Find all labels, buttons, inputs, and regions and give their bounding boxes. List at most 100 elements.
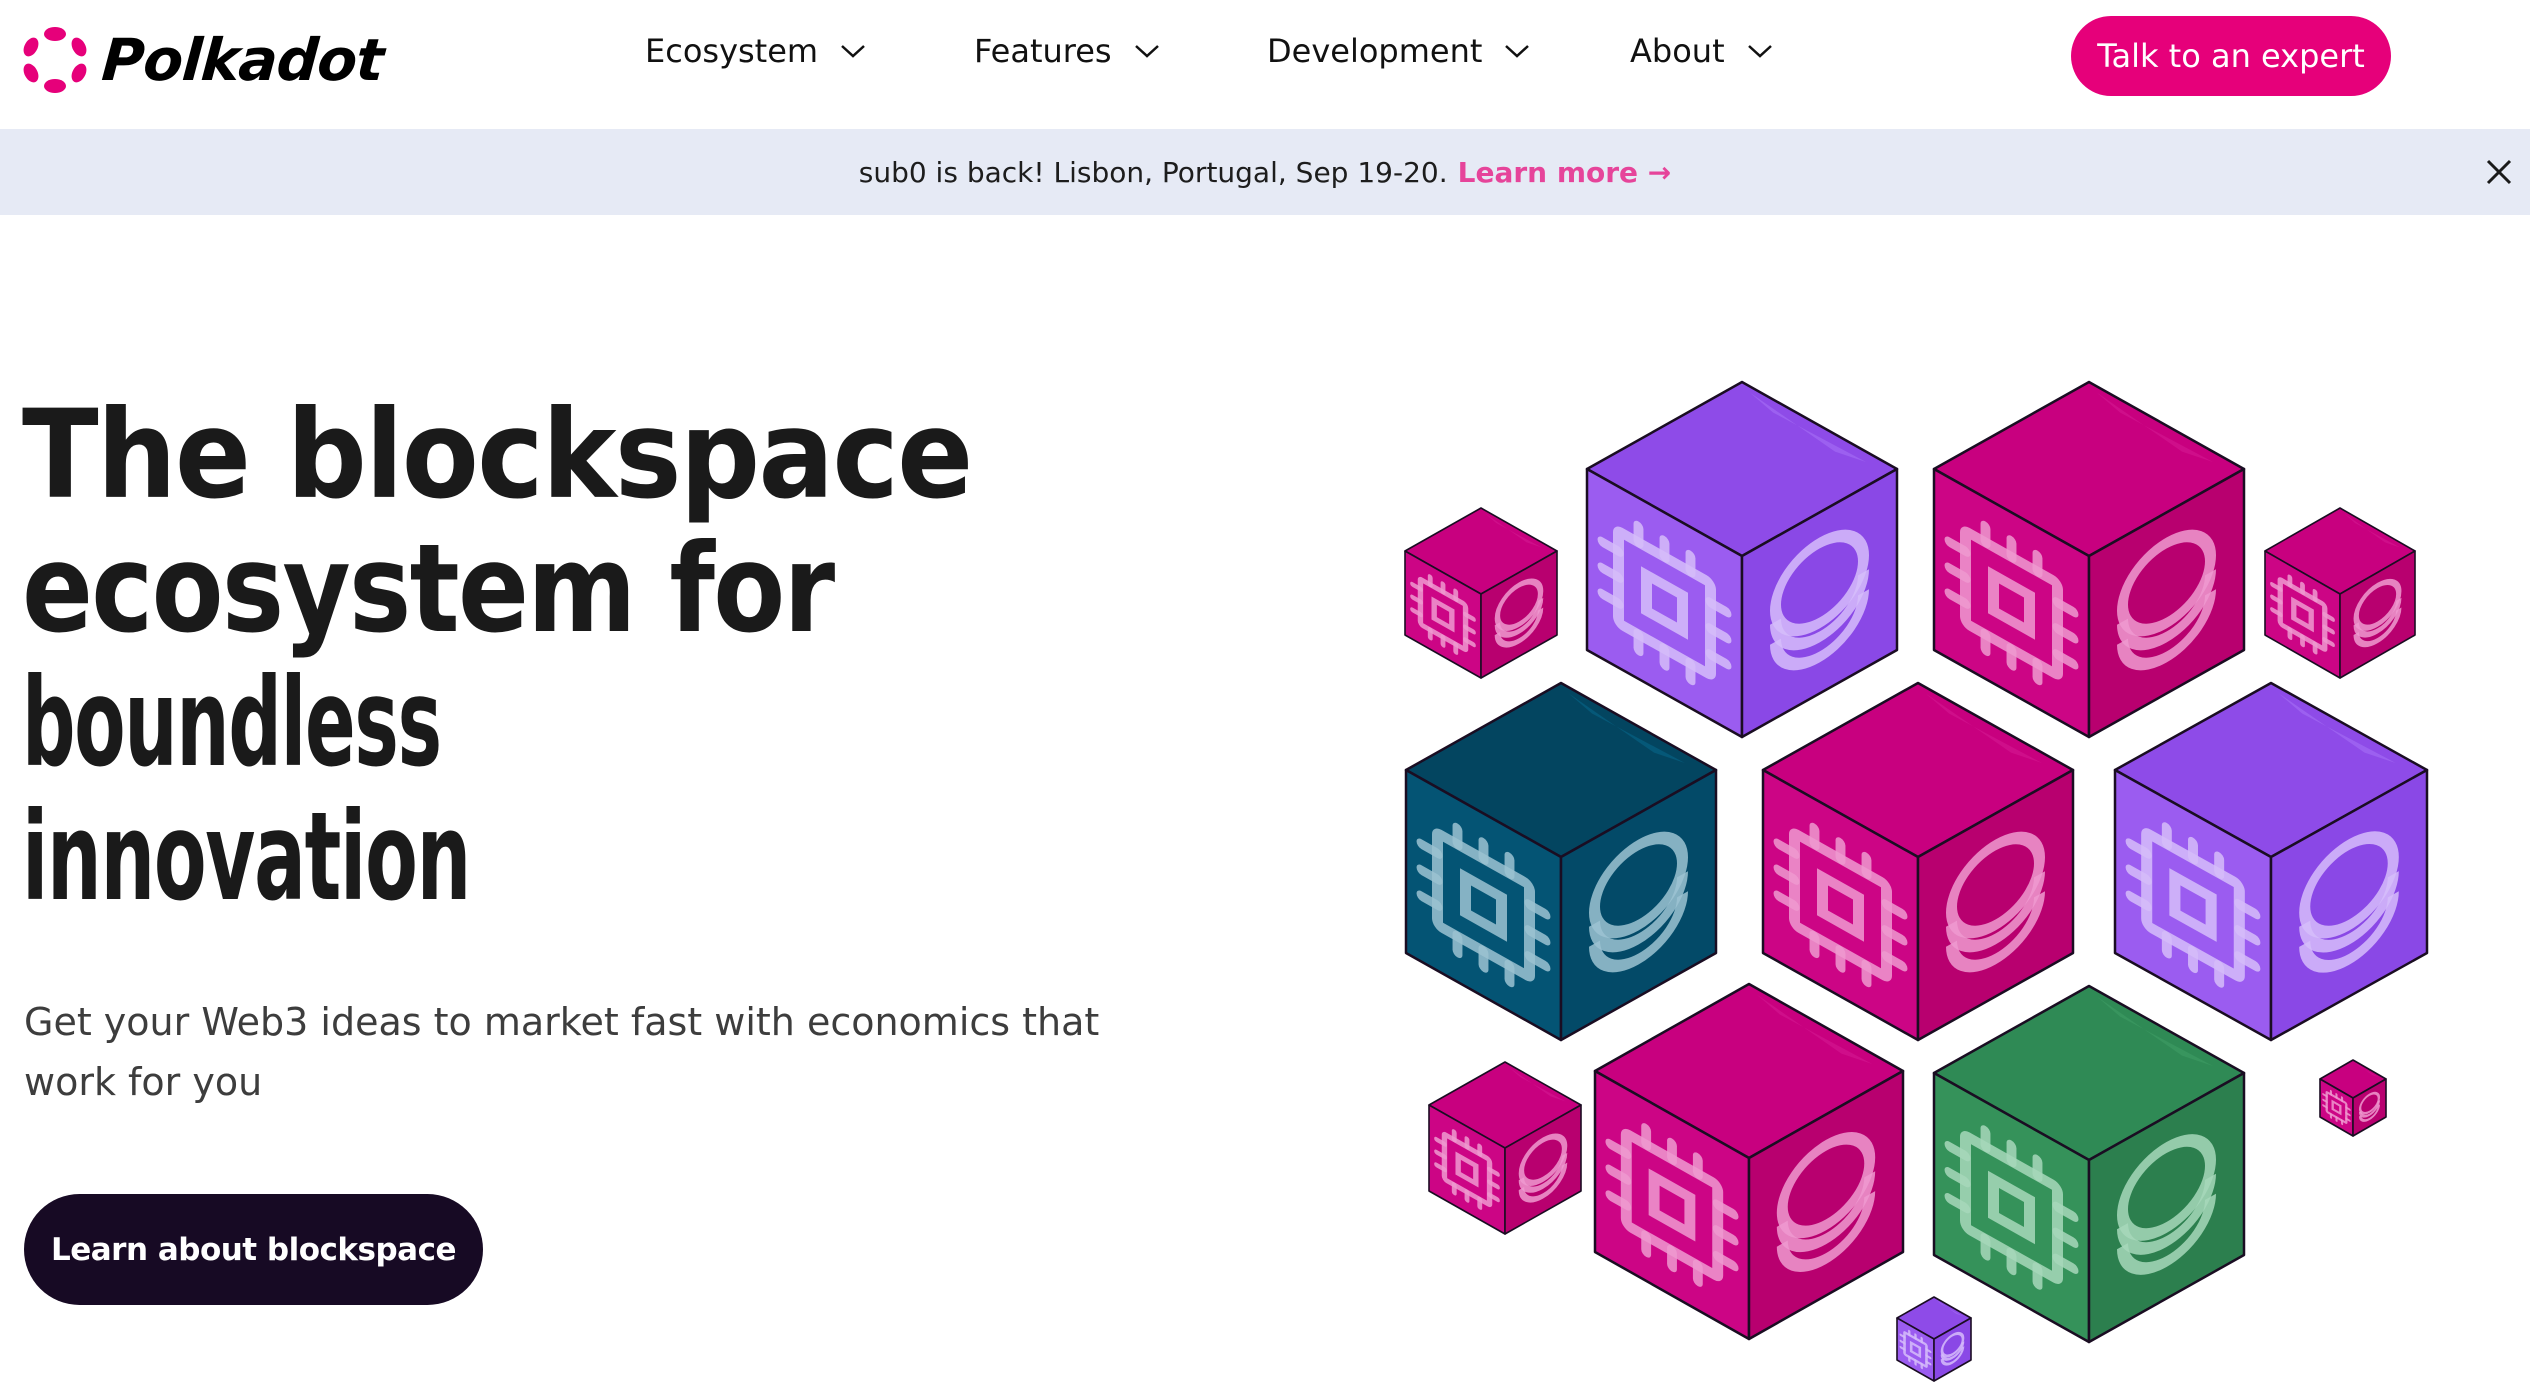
cube-shine — [2096, 392, 2213, 463]
cube-purple-right — [2113, 681, 2429, 1042]
cube-pink-top — [1932, 380, 2246, 739]
chevron-down-icon — [1505, 45, 1530, 58]
nav-about-label: About — [1630, 32, 1725, 70]
cube-shine — [2354, 1062, 2380, 1078]
logo-wordmark: Polkadot — [99, 26, 386, 94]
cube-right-face — [2352, 1078, 2387, 1137]
cube-left-face — [1932, 1071, 2091, 1344]
cube-small-pink-left — [1404, 507, 1558, 679]
coin-stack-icon — [1940, 1331, 1965, 1366]
headline-line-2: ecosystem for — [22, 518, 835, 660]
cpu-chip-icon — [1410, 574, 1476, 655]
polkadot-ring-icon — [23, 27, 87, 93]
cube-top-face — [1585, 380, 1899, 558]
cube-left-face — [1593, 1069, 1751, 1341]
nav-development-label: Development — [1267, 32, 1483, 70]
cube-top-face — [1761, 681, 2075, 859]
cube-top-face — [1404, 681, 1718, 859]
headline-line-1: The blockspace — [22, 384, 973, 526]
coin-stack-icon — [2353, 578, 2402, 648]
cube-right-face — [2269, 768, 2429, 1042]
cube-right-face — [1559, 768, 1718, 1042]
cube-left-face — [2319, 1078, 2354, 1137]
cube-shine — [2343, 513, 2400, 548]
cube-top-face — [1896, 1296, 1972, 1340]
logo[interactable]: Polkadot — [22, 20, 386, 100]
nav-development[interactable]: Development — [1267, 32, 1530, 70]
cube-small-pink-bottom-left — [1428, 1061, 1582, 1235]
cpu-chip-icon — [2270, 574, 2335, 655]
arrow-right-icon: → — [1647, 155, 1672, 189]
cube-right-face — [2339, 550, 2416, 679]
cube-shine — [1756, 994, 1873, 1065]
cube-left-face — [2264, 550, 2341, 679]
cube-shine — [1935, 1299, 1964, 1317]
nav-ecosystem-label: Ecosystem — [645, 32, 819, 70]
cpu-chip-icon — [1605, 1123, 1739, 1287]
banner-link-label: Learn more — [1457, 155, 1639, 189]
cube-green — [1932, 984, 2246, 1344]
learn-about-blockspace-button[interactable]: Learn about blockspace — [24, 1194, 483, 1305]
cube-top-face — [1428, 1061, 1582, 1149]
chevron-down-icon — [1747, 45, 1772, 58]
cube-shine — [2278, 693, 2396, 764]
cube-left-face — [2113, 768, 2273, 1042]
hero-headline: The blockspace ecosystem for boundless i… — [22, 388, 1222, 924]
coin-stack-icon — [1776, 1132, 1876, 1272]
cube-pink-center — [1761, 681, 2075, 1042]
coin-stack-icon — [2117, 1134, 2216, 1275]
cube-right-face — [1747, 1069, 1905, 1341]
cpu-chip-icon — [1416, 822, 1551, 988]
nav-features[interactable]: Features — [974, 32, 1160, 70]
close-icon[interactable] — [2482, 155, 2516, 189]
cube-left-face — [1404, 768, 1563, 1042]
cpu-chip-icon — [2125, 822, 2261, 988]
chevron-down-icon — [841, 45, 865, 58]
cube-right-face — [2087, 1071, 2246, 1344]
cube-top-face — [2264, 507, 2416, 595]
cube-left-face — [1404, 550, 1482, 679]
coin-stack-icon — [1946, 831, 2045, 973]
coin-stack-icon — [2358, 1091, 2381, 1122]
cube-top-face — [2319, 1059, 2387, 1099]
cube-right-face — [1740, 467, 1899, 739]
cube-small-pink-right — [2264, 507, 2416, 679]
cube-shine — [1568, 693, 1685, 764]
cpu-chip-icon — [1944, 1125, 2079, 1290]
coin-stack-icon — [1770, 529, 1869, 671]
cpu-chip-icon — [2322, 1089, 2351, 1126]
cube-shine — [1925, 693, 2042, 764]
hero-subtext: Get your Web3 ideas to market fast with … — [24, 1000, 1100, 1104]
cube-shine — [2096, 996, 2213, 1067]
banner-text: sub0 is back! Lisbon, Portugal, Sep 19-2… — [858, 155, 1448, 189]
headline-line-3: boundless — [22, 652, 442, 794]
cube-purple-top — [1585, 380, 1899, 739]
cube-top-face — [1932, 380, 2246, 558]
coin-stack-icon — [1494, 578, 1544, 648]
cube-left-face — [1585, 467, 1744, 739]
coin-stack-icon — [1589, 831, 1688, 973]
cube-top-face — [2113, 681, 2429, 859]
cube-left-face — [1761, 768, 1920, 1042]
nav-ecosystem[interactable]: Ecosystem — [645, 32, 866, 70]
cube-tiny-purple — [1896, 1296, 1972, 1382]
cube-left-face — [1932, 467, 2091, 739]
announcement-banner: sub0 is back! Lisbon, Portugal, Sep 19-2… — [0, 129, 2530, 215]
cube-top-face — [1593, 982, 1905, 1160]
cpu-chip-icon — [1944, 520, 2079, 686]
cube-pink-bottom — [1593, 982, 1905, 1341]
cube-top-face — [1932, 984, 2246, 1162]
cube-left-face — [1428, 1104, 1506, 1235]
banner-learn-more-link[interactable]: Learn more → — [1458, 156, 1672, 189]
cube-tiny-pink — [2319, 1059, 2387, 1137]
cube-teal — [1404, 681, 1718, 1042]
nav-about[interactable]: About — [1630, 32, 1773, 70]
cube-right-face — [1933, 1317, 1972, 1382]
cube-shine — [1749, 392, 1866, 463]
cube-top-face — [1404, 507, 1558, 595]
nav-features-label: Features — [974, 32, 1112, 70]
cube-right-face — [1480, 550, 1558, 679]
cube-right-face — [1504, 1104, 1582, 1235]
chevron-down-icon — [1134, 45, 1159, 58]
talk-to-expert-button[interactable]: Talk to an expert — [2071, 16, 2391, 96]
